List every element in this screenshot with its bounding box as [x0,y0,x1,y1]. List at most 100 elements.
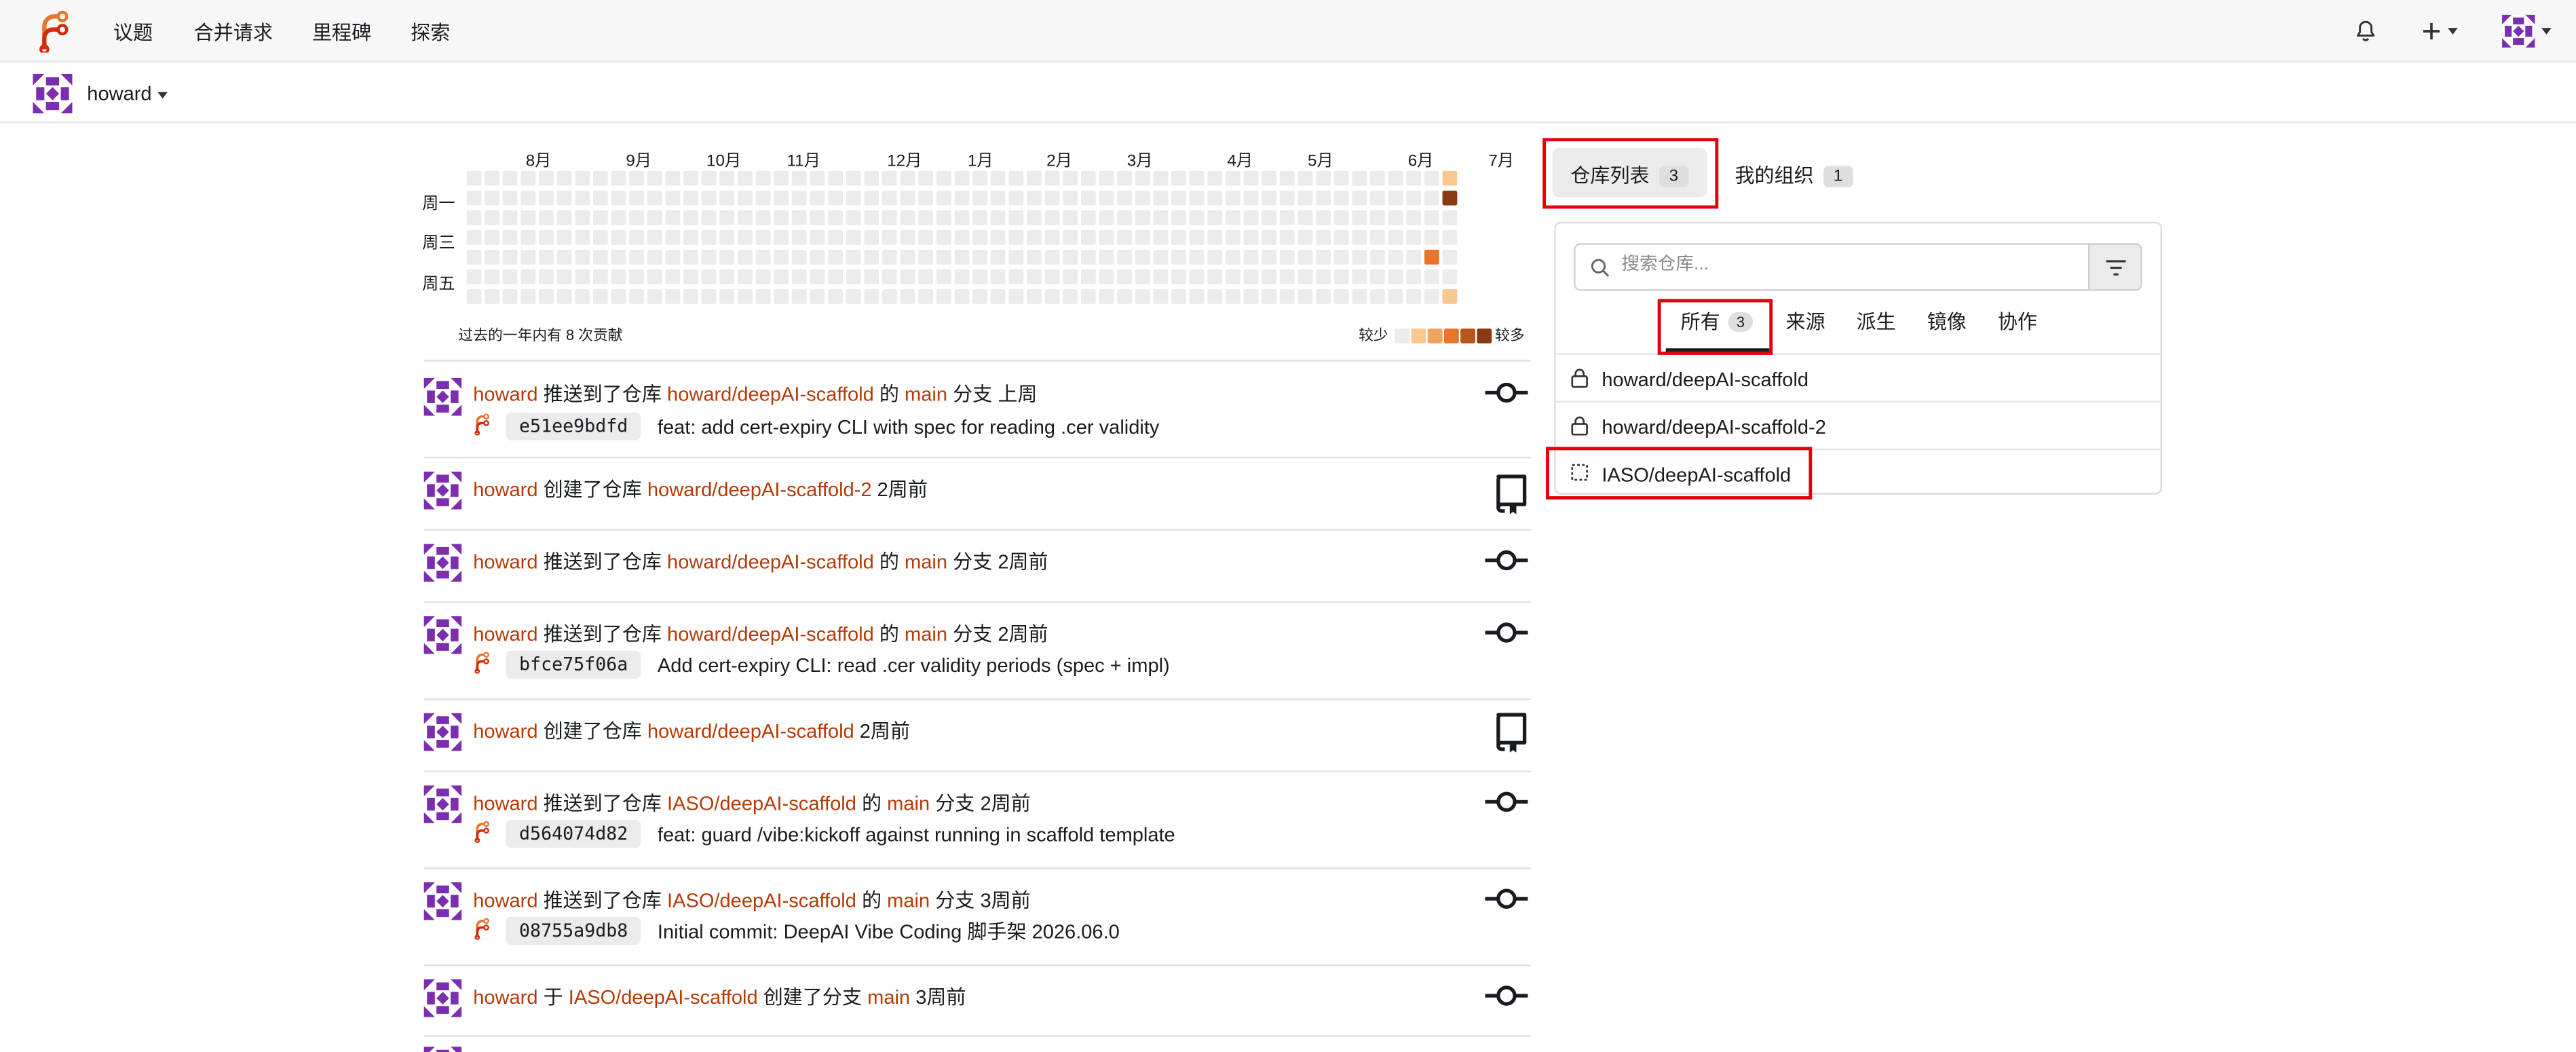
heatmap-cell[interactable] [1406,170,1422,186]
heatmap-cell[interactable] [1279,190,1295,206]
heatmap-cell[interactable] [701,190,717,206]
heatmap-cell[interactable] [575,289,590,304]
heatmap-cell[interactable] [719,170,735,186]
heatmap-cell[interactable] [810,210,825,225]
heatmap-cell[interactable] [520,249,536,265]
heatmap-cell[interactable] [502,190,518,206]
heatmap-cell[interactable] [1153,289,1169,304]
heatmap-cell[interactable] [719,229,735,245]
heatmap-cell[interactable] [1316,190,1331,206]
heatmap-cell[interactable] [810,170,825,186]
avatar[interactable] [423,785,462,823]
heatmap-cell[interactable] [774,269,789,284]
heatmap-cell[interactable] [1080,269,1096,284]
filter-tab-mirrors[interactable]: 镜像 [1927,307,1967,335]
heatmap-cell[interactable] [485,229,499,245]
repo-list-item[interactable]: howard/deepAI-scaffold [1555,353,2161,400]
heatmap-cell[interactable] [1279,269,1295,284]
repo-link[interactable]: howard/deepAI-scaffold [667,550,874,574]
heatmap-cell[interactable] [1008,269,1024,284]
user-link[interactable]: howard [473,792,537,815]
heatmap-cell[interactable] [1189,210,1205,225]
heatmap-cell[interactable] [846,289,861,304]
heatmap-cell[interactable] [629,229,644,245]
create-new-dropdown[interactable] [2421,0,2458,62]
tab-orgs[interactable]: 我的组织 1 [1735,161,1853,189]
heatmap-cell[interactable] [719,269,735,284]
heatmap-cell[interactable] [502,170,518,186]
heatmap-cell[interactable] [1171,190,1186,206]
heatmap-cell[interactable] [1008,289,1024,304]
heatmap-cell[interactable] [1171,249,1186,265]
heatmap-cell[interactable] [1008,170,1024,186]
heatmap-cell[interactable] [1117,190,1133,206]
heatmap-cell[interactable] [1298,170,1313,186]
heatmap-cell[interactable] [502,249,518,265]
heatmap-cell[interactable] [1008,190,1024,206]
heatmap-cell[interactable] [900,229,915,245]
heatmap-cell[interactable] [1153,249,1169,265]
heatmap-cell[interactable] [1298,289,1313,304]
heatmap-cell[interactable] [611,170,626,186]
heatmap-cell[interactable] [954,190,970,206]
repo-link[interactable]: IASO/deepAI-scaffold [569,986,758,1009]
heatmap-cell[interactable] [466,210,482,225]
heatmap-cell[interactable] [502,210,518,225]
heatmap-cell[interactable] [683,210,698,225]
heatmap-cell[interactable] [1171,269,1186,284]
heatmap-cell[interactable] [828,210,843,225]
heatmap-cell[interactable] [882,269,897,284]
heatmap-cell[interactable] [828,190,843,206]
heatmap-cell[interactable] [647,170,662,186]
heatmap-cell[interactable] [1370,210,1385,225]
branch-link[interactable]: main [887,792,930,815]
heatmap-cell[interactable] [539,269,554,284]
heatmap-cell[interactable] [629,249,644,265]
heatmap-cell[interactable] [972,170,987,186]
heatmap-cell[interactable] [918,249,934,265]
heatmap-cell[interactable] [1099,170,1114,186]
heatmap-cell[interactable] [647,289,662,304]
heatmap-cell[interactable] [936,190,951,206]
heatmap-cell[interactable] [1388,289,1403,304]
heatmap-cell[interactable] [810,190,825,206]
heatmap-cell[interactable] [1099,229,1114,245]
heatmap-cell[interactable] [1189,289,1205,304]
heatmap-cell[interactable] [972,269,987,284]
heatmap-cell[interactable] [1080,249,1096,265]
heatmap-cell[interactable] [701,269,717,284]
heatmap-cell[interactable] [755,190,771,206]
heatmap-cell[interactable] [1316,229,1331,245]
heatmap-cell[interactable] [575,190,590,206]
avatar[interactable] [423,471,462,510]
heatmap-cell[interactable] [791,210,807,225]
heatmap-cell[interactable] [1044,269,1060,284]
heatmap-cell[interactable] [1153,229,1169,245]
user-link[interactable]: howard [473,889,537,912]
heatmap-cell[interactable] [1099,269,1114,284]
heatmap-cell[interactable] [629,190,644,206]
heatmap-cell[interactable] [1135,190,1150,206]
heatmap-cell[interactable] [629,289,644,304]
heatmap-cell[interactable] [882,289,897,304]
branch-link[interactable]: main [887,889,930,912]
heatmap-cell[interactable] [1370,289,1385,304]
heatmap-cell[interactable] [1189,229,1205,245]
heatmap-cell[interactable] [900,269,915,284]
heatmap-cell[interactable] [900,289,915,304]
heatmap-cell[interactable] [575,210,590,225]
heatmap-cell[interactable] [466,170,482,186]
heatmap-cell[interactable] [1424,210,1439,225]
heatmap-cell[interactable] [556,210,572,225]
heatmap-cell[interactable] [737,269,753,284]
heatmap-cell[interactable] [1044,249,1060,265]
heatmap-cell[interactable] [828,229,843,245]
repo-list-item[interactable]: howard/deepAI-scaffold-2 [1555,400,2161,449]
heatmap-cell[interactable] [954,289,970,304]
heatmap-cell[interactable] [1352,249,1367,265]
heatmap-cell[interactable] [683,289,698,304]
heatmap-cell[interactable] [774,289,789,304]
heatmap-cell[interactable] [810,269,825,284]
avatar[interactable] [423,979,462,1017]
heatmap-cell[interactable] [810,289,825,304]
